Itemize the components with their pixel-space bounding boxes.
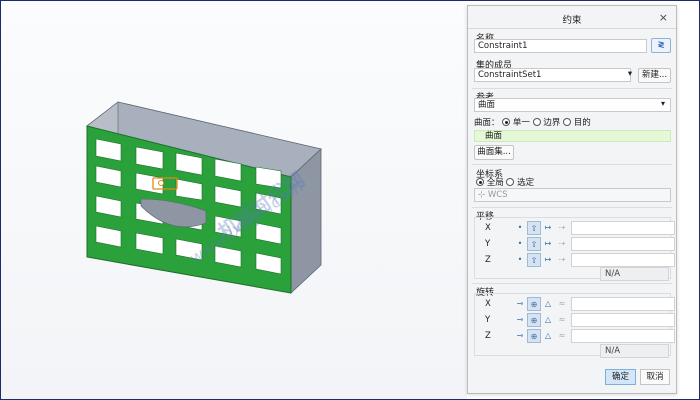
free-rotation-icon[interactable]: ⊸: [513, 329, 527, 343]
radio-global[interactable]: [476, 178, 484, 186]
fixed-translation-icon[interactable]: ⇧: [527, 237, 541, 251]
translation-group: X • ⇧ ↦ ⇢ Y • ⇧ ↦ ⇢ Z • ⇧ ↦ ⇢ N/A: [474, 217, 675, 281]
cancel-button[interactable]: 取消: [640, 369, 670, 385]
prescribed-rotation-icon[interactable]: ≈: [555, 297, 569, 311]
zigzag-icon: ≷: [657, 40, 665, 50]
radio-single-label: 单一: [512, 118, 530, 128]
translation-row-z: Z • ⇧ ↦ ⇢: [485, 253, 675, 268]
translation-row-y: Y • ⇧ ↦ ⇢: [485, 237, 675, 252]
axis-label: Y: [485, 239, 491, 249]
divider: [472, 88, 672, 89]
axis-label: X: [485, 223, 491, 233]
rotation-row-y: Y ⊸ ⊕ △ ≈: [485, 313, 675, 328]
free-icon[interactable]: •: [513, 221, 527, 235]
chevron-down-icon[interactable]: ▾: [661, 99, 665, 108]
radio-single[interactable]: [502, 118, 511, 126]
rotation-y-value[interactable]: [571, 313, 675, 327]
selection-point: [158, 180, 164, 186]
translation-row-x: X • ⇧ ↦ ⇢: [485, 221, 675, 236]
dialog-titlebar: 约束 ×: [468, 6, 676, 29]
ok-button[interactable]: 确定: [605, 369, 636, 385]
free-icon[interactable]: •: [513, 253, 527, 267]
surface-radio-group: 曲面： 单一 边界 目的: [474, 116, 591, 128]
surface-prefix: 曲面：: [474, 118, 500, 128]
prescribed-icon[interactable]: ⇢: [555, 221, 569, 235]
radio-selected-label: 选定: [517, 178, 535, 188]
free-translation-icon[interactable]: ↦: [541, 221, 555, 235]
fixed-translation-icon[interactable]: ⇧: [527, 253, 541, 267]
divider: [472, 164, 672, 165]
axis-label: Z: [485, 331, 491, 341]
translation-z-value[interactable]: [571, 253, 675, 267]
radio-target-label: 目的: [573, 118, 591, 128]
radio-global-label: 全局: [486, 178, 504, 188]
rotation-group: X ⊸ ⊕ △ ≈ Y ⊸ ⊕ △ ≈ Z ⊸ ⊕ △ ≈ N/A: [474, 293, 675, 358]
fixed-translation-icon[interactable]: ⇧: [527, 221, 541, 235]
prescribed-rotation-icon[interactable]: ≈: [555, 313, 569, 327]
surface-set-button[interactable]: 曲面集...: [474, 145, 514, 160]
reference-select[interactable]: 曲面: [474, 98, 671, 112]
axis-label: Y: [485, 315, 491, 325]
chevron-down-icon[interactable]: ▾: [624, 68, 636, 82]
free-translation-icon[interactable]: ↦: [541, 237, 555, 251]
name-mode-button[interactable]: ≷: [651, 38, 671, 53]
radio-boundary-label: 边界: [543, 118, 561, 128]
rotation-row-x: X ⊸ ⊕ △ ≈: [485, 297, 675, 312]
free-translation-icon[interactable]: ↦: [541, 253, 555, 267]
model-viewport[interactable]: 机械时代网 www.jxage.com: [1, 1, 467, 399]
rotation-x-value[interactable]: [571, 297, 675, 311]
triangle-icon[interactable]: △: [541, 297, 555, 311]
triangle-icon[interactable]: △: [541, 313, 555, 327]
radio-target[interactable]: [563, 118, 572, 126]
prescribed-icon[interactable]: ⇢: [555, 237, 569, 251]
wcs-label: WCS: [487, 190, 508, 200]
divider: [472, 283, 672, 284]
axis-label: Z: [485, 255, 491, 265]
rotation-na: N/A: [600, 344, 669, 358]
triangle-icon[interactable]: △: [541, 329, 555, 343]
dialog-title: 约束: [562, 15, 582, 26]
coord-radio-group: 全局 选定: [476, 176, 534, 188]
radio-boundary[interactable]: [532, 118, 541, 126]
free-rotation-icon[interactable]: ⊸: [513, 297, 527, 311]
divider: [472, 207, 672, 208]
fixed-rotation-icon[interactable]: ⊕: [527, 329, 541, 343]
selected-surface-row[interactable]: 曲面: [474, 130, 671, 142]
name-input[interactable]: Constraint1: [474, 39, 647, 53]
translation-x-value[interactable]: [571, 221, 675, 235]
translation-na: N/A: [600, 267, 669, 281]
axis-label: X: [485, 299, 491, 309]
wcs-field: ⊹ WCS: [474, 188, 671, 202]
close-icon[interactable]: ×: [659, 11, 668, 24]
radio-selected[interactable]: [506, 178, 515, 186]
fixed-rotation-icon[interactable]: ⊕: [527, 297, 541, 311]
prescribed-rotation-icon[interactable]: ≈: [555, 329, 569, 343]
model-canvas: [86, 101, 322, 294]
free-rotation-icon[interactable]: ⊸: [513, 313, 527, 327]
prescribed-icon[interactable]: ⇢: [555, 253, 569, 267]
translation-y-value[interactable]: [571, 237, 675, 251]
rotation-row-z: Z ⊸ ⊕ △ ≈: [485, 329, 675, 344]
new-set-button[interactable]: 新建...: [638, 68, 671, 83]
rotation-z-value[interactable]: [571, 329, 675, 343]
set-select[interactable]: ConstraintSet1: [474, 68, 631, 82]
csys-icon: ⊹: [478, 190, 486, 200]
fixed-rotation-icon[interactable]: ⊕: [527, 313, 541, 327]
free-icon[interactable]: •: [513, 237, 527, 251]
constraint-dialog: 约束 × 名称 Constraint1 ≷ 集的成员 ConstraintSet…: [467, 5, 677, 394]
